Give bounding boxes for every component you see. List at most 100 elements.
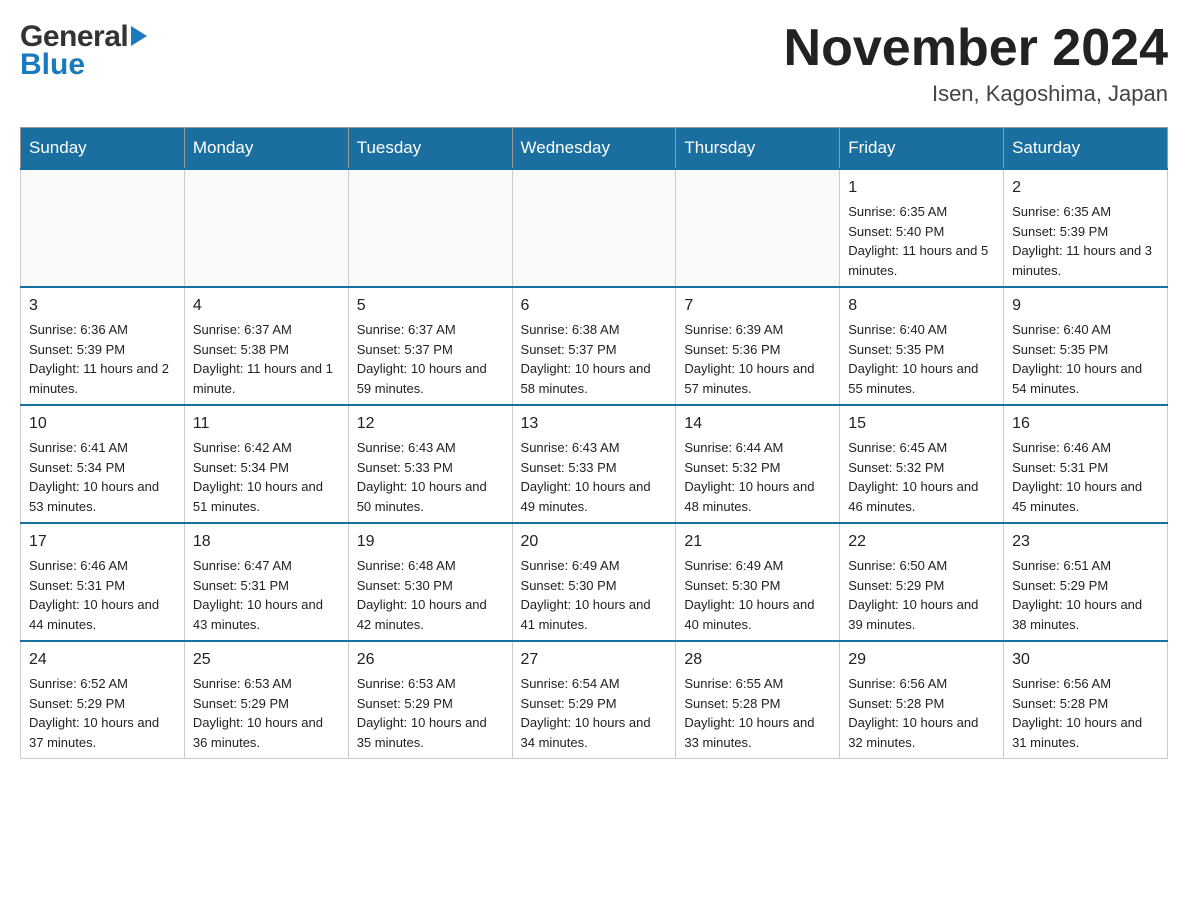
day-number: 19 bbox=[357, 530, 504, 554]
table-row: 30Sunrise: 6:56 AMSunset: 5:28 PMDayligh… bbox=[1004, 641, 1168, 759]
header-wednesday: Wednesday bbox=[512, 128, 676, 170]
calendar-header-row: Sunday Monday Tuesday Wednesday Thursday… bbox=[21, 128, 1168, 170]
header-friday: Friday bbox=[840, 128, 1004, 170]
day-number: 7 bbox=[684, 294, 831, 318]
table-row: 28Sunrise: 6:55 AMSunset: 5:28 PMDayligh… bbox=[676, 641, 840, 759]
table-row: 5Sunrise: 6:37 AMSunset: 5:37 PMDaylight… bbox=[348, 287, 512, 405]
table-row: 29Sunrise: 6:56 AMSunset: 5:28 PMDayligh… bbox=[840, 641, 1004, 759]
table-row: 11Sunrise: 6:42 AMSunset: 5:34 PMDayligh… bbox=[184, 405, 348, 523]
day-number: 5 bbox=[357, 294, 504, 318]
table-row: 4Sunrise: 6:37 AMSunset: 5:38 PMDaylight… bbox=[184, 287, 348, 405]
day-number: 18 bbox=[193, 530, 340, 554]
day-info: Sunrise: 6:50 AMSunset: 5:29 PMDaylight:… bbox=[848, 556, 995, 634]
calendar-week-row: 3Sunrise: 6:36 AMSunset: 5:39 PMDaylight… bbox=[21, 287, 1168, 405]
day-number: 4 bbox=[193, 294, 340, 318]
calendar-subtitle: Isen, Kagoshima, Japan bbox=[784, 81, 1168, 107]
day-number: 27 bbox=[521, 648, 668, 672]
table-row: 2Sunrise: 6:35 AMSunset: 5:39 PMDaylight… bbox=[1004, 169, 1168, 287]
day-number: 16 bbox=[1012, 412, 1159, 436]
table-row: 23Sunrise: 6:51 AMSunset: 5:29 PMDayligh… bbox=[1004, 523, 1168, 641]
day-info: Sunrise: 6:42 AMSunset: 5:34 PMDaylight:… bbox=[193, 438, 340, 516]
page-header: General Blue November 2024 Isen, Kagoshi… bbox=[20, 20, 1168, 107]
day-info: Sunrise: 6:49 AMSunset: 5:30 PMDaylight:… bbox=[684, 556, 831, 634]
day-info: Sunrise: 6:49 AMSunset: 5:30 PMDaylight:… bbox=[521, 556, 668, 634]
day-info: Sunrise: 6:54 AMSunset: 5:29 PMDaylight:… bbox=[521, 674, 668, 752]
table-row: 13Sunrise: 6:43 AMSunset: 5:33 PMDayligh… bbox=[512, 405, 676, 523]
table-row: 16Sunrise: 6:46 AMSunset: 5:31 PMDayligh… bbox=[1004, 405, 1168, 523]
day-number: 15 bbox=[848, 412, 995, 436]
table-row: 10Sunrise: 6:41 AMSunset: 5:34 PMDayligh… bbox=[21, 405, 185, 523]
header-monday: Monday bbox=[184, 128, 348, 170]
header-saturday: Saturday bbox=[1004, 128, 1168, 170]
table-row: 7Sunrise: 6:39 AMSunset: 5:36 PMDaylight… bbox=[676, 287, 840, 405]
day-number: 25 bbox=[193, 648, 340, 672]
day-info: Sunrise: 6:36 AMSunset: 5:39 PMDaylight:… bbox=[29, 320, 176, 398]
day-number: 9 bbox=[1012, 294, 1159, 318]
table-row: 3Sunrise: 6:36 AMSunset: 5:39 PMDaylight… bbox=[21, 287, 185, 405]
header-thursday: Thursday bbox=[676, 128, 840, 170]
calendar-week-row: 24Sunrise: 6:52 AMSunset: 5:29 PMDayligh… bbox=[21, 641, 1168, 759]
day-info: Sunrise: 6:46 AMSunset: 5:31 PMDaylight:… bbox=[1012, 438, 1159, 516]
day-info: Sunrise: 6:51 AMSunset: 5:29 PMDaylight:… bbox=[1012, 556, 1159, 634]
calendar-week-row: 1Sunrise: 6:35 AMSunset: 5:40 PMDaylight… bbox=[21, 169, 1168, 287]
table-row: 21Sunrise: 6:49 AMSunset: 5:30 PMDayligh… bbox=[676, 523, 840, 641]
day-info: Sunrise: 6:37 AMSunset: 5:38 PMDaylight:… bbox=[193, 320, 340, 398]
logo-arrow-icon bbox=[131, 26, 147, 46]
day-info: Sunrise: 6:37 AMSunset: 5:37 PMDaylight:… bbox=[357, 320, 504, 398]
table-row: 8Sunrise: 6:40 AMSunset: 5:35 PMDaylight… bbox=[840, 287, 1004, 405]
day-info: Sunrise: 6:43 AMSunset: 5:33 PMDaylight:… bbox=[357, 438, 504, 516]
day-number: 8 bbox=[848, 294, 995, 318]
header-sunday: Sunday bbox=[21, 128, 185, 170]
day-info: Sunrise: 6:55 AMSunset: 5:28 PMDaylight:… bbox=[684, 674, 831, 752]
day-number: 14 bbox=[684, 412, 831, 436]
title-block: November 2024 Isen, Kagoshima, Japan bbox=[784, 20, 1168, 107]
table-row: 26Sunrise: 6:53 AMSunset: 5:29 PMDayligh… bbox=[348, 641, 512, 759]
day-info: Sunrise: 6:47 AMSunset: 5:31 PMDaylight:… bbox=[193, 556, 340, 634]
header-tuesday: Tuesday bbox=[348, 128, 512, 170]
day-info: Sunrise: 6:48 AMSunset: 5:30 PMDaylight:… bbox=[357, 556, 504, 634]
day-info: Sunrise: 6:38 AMSunset: 5:37 PMDaylight:… bbox=[521, 320, 668, 398]
day-info: Sunrise: 6:43 AMSunset: 5:33 PMDaylight:… bbox=[521, 438, 668, 516]
day-info: Sunrise: 6:52 AMSunset: 5:29 PMDaylight:… bbox=[29, 674, 176, 752]
day-number: 20 bbox=[521, 530, 668, 554]
table-row bbox=[21, 169, 185, 287]
table-row: 1Sunrise: 6:35 AMSunset: 5:40 PMDaylight… bbox=[840, 169, 1004, 287]
day-number: 24 bbox=[29, 648, 176, 672]
day-number: 29 bbox=[848, 648, 995, 672]
table-row bbox=[184, 169, 348, 287]
table-row bbox=[348, 169, 512, 287]
day-info: Sunrise: 6:46 AMSunset: 5:31 PMDaylight:… bbox=[29, 556, 176, 634]
table-row bbox=[512, 169, 676, 287]
table-row: 6Sunrise: 6:38 AMSunset: 5:37 PMDaylight… bbox=[512, 287, 676, 405]
day-number: 1 bbox=[848, 176, 995, 200]
day-info: Sunrise: 6:39 AMSunset: 5:36 PMDaylight:… bbox=[684, 320, 831, 398]
day-info: Sunrise: 6:40 AMSunset: 5:35 PMDaylight:… bbox=[848, 320, 995, 398]
table-row: 9Sunrise: 6:40 AMSunset: 5:35 PMDaylight… bbox=[1004, 287, 1168, 405]
day-info: Sunrise: 6:41 AMSunset: 5:34 PMDaylight:… bbox=[29, 438, 176, 516]
day-info: Sunrise: 6:40 AMSunset: 5:35 PMDaylight:… bbox=[1012, 320, 1159, 398]
day-number: 3 bbox=[29, 294, 176, 318]
day-number: 12 bbox=[357, 412, 504, 436]
day-number: 17 bbox=[29, 530, 176, 554]
table-row: 15Sunrise: 6:45 AMSunset: 5:32 PMDayligh… bbox=[840, 405, 1004, 523]
day-number: 10 bbox=[29, 412, 176, 436]
table-row: 12Sunrise: 6:43 AMSunset: 5:33 PMDayligh… bbox=[348, 405, 512, 523]
day-info: Sunrise: 6:53 AMSunset: 5:29 PMDaylight:… bbox=[357, 674, 504, 752]
day-info: Sunrise: 6:56 AMSunset: 5:28 PMDaylight:… bbox=[848, 674, 995, 752]
day-number: 11 bbox=[193, 412, 340, 436]
day-number: 2 bbox=[1012, 176, 1159, 200]
table-row: 24Sunrise: 6:52 AMSunset: 5:29 PMDayligh… bbox=[21, 641, 185, 759]
table-row: 14Sunrise: 6:44 AMSunset: 5:32 PMDayligh… bbox=[676, 405, 840, 523]
calendar-week-row: 17Sunrise: 6:46 AMSunset: 5:31 PMDayligh… bbox=[21, 523, 1168, 641]
table-row: 18Sunrise: 6:47 AMSunset: 5:31 PMDayligh… bbox=[184, 523, 348, 641]
table-row: 25Sunrise: 6:53 AMSunset: 5:29 PMDayligh… bbox=[184, 641, 348, 759]
day-info: Sunrise: 6:35 AMSunset: 5:39 PMDaylight:… bbox=[1012, 202, 1159, 280]
day-number: 21 bbox=[684, 530, 831, 554]
logo: General Blue bbox=[20, 20, 147, 82]
table-row: 22Sunrise: 6:50 AMSunset: 5:29 PMDayligh… bbox=[840, 523, 1004, 641]
day-info: Sunrise: 6:44 AMSunset: 5:32 PMDaylight:… bbox=[684, 438, 831, 516]
day-info: Sunrise: 6:56 AMSunset: 5:28 PMDaylight:… bbox=[1012, 674, 1159, 752]
table-row bbox=[676, 169, 840, 287]
day-number: 28 bbox=[684, 648, 831, 672]
calendar-week-row: 10Sunrise: 6:41 AMSunset: 5:34 PMDayligh… bbox=[21, 405, 1168, 523]
